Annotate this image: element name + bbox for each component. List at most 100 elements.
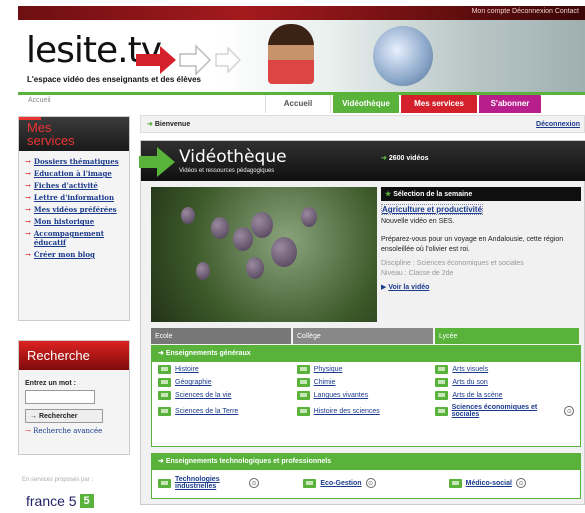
services-list: → Dossiers thématiques → Education à l'ima… (19, 151, 129, 268)
videotheque-panel: Vidéothèque Vidéos et ressources pédagog… (139, 140, 585, 505)
subject-link[interactable]: Arts du son (435, 378, 574, 387)
top-links[interactable]: Mon compte Déconnexion Contact (472, 8, 579, 15)
bullet-arrow-icon: → (25, 250, 31, 259)
bullet-arrow-icon: → (25, 157, 31, 166)
selection-level: Niveau : Classe de 2de (381, 270, 454, 277)
subject-link[interactable]: Médico-social ⊙ (448, 476, 574, 490)
selection-description: Préparez-vous pour un voyage en Andalous… (381, 236, 564, 253)
subject-link[interactable]: Eco-Gestion ⊙ (303, 476, 428, 490)
folder-icon (435, 378, 449, 387)
folder-icon (158, 365, 171, 374)
folder-icon (448, 478, 462, 488)
search-title: Recherche (19, 341, 129, 370)
france5-logo[interactable]: france 55 (26, 493, 94, 509)
search-panel: Recherche Entrez un mot : → Rechercher →… (18, 340, 130, 455)
advanced-search-link[interactable]: → Recherche avancée (25, 427, 129, 435)
green-arrow-icon (139, 147, 175, 177)
subject-link[interactable]: Arts de la scène (435, 391, 574, 400)
subject-link[interactable]: Arts visuels (435, 365, 574, 374)
subject-link[interactable]: Chimie (296, 378, 436, 387)
welcome-bar: ➜ Bienvenue Déconnexion (140, 115, 585, 133)
services-title: Mes services (19, 117, 129, 151)
subject-link[interactable]: Sciences de la vie (158, 391, 297, 400)
list-item[interactable]: → Mes vidéos préférées (25, 205, 123, 214)
tech-subject-list: Technologies industrielles ⊙ Eco-Gestion ⊙… (152, 470, 580, 496)
breadcrumb[interactable]: Accueil (28, 97, 51, 104)
tab-ecole[interactable]: Ecole (151, 328, 291, 344)
arrow-icon: ➜ (158, 350, 166, 357)
tab-accueil[interactable]: Accueil (265, 93, 331, 113)
site-header: lesite.tv L'espace vidéo des enseignants… (18, 20, 585, 113)
subject-link[interactable]: Sciences économiques et sociales ⊙ (435, 404, 574, 418)
expand-icon[interactable]: ⊙ (365, 478, 376, 488)
logout-link[interactable]: Déconnexion (536, 121, 580, 128)
header-photo (268, 24, 314, 84)
main-nav: Accueil Vidéothèque Mes services S'abonn… (265, 93, 543, 113)
search-button[interactable]: → Rechercher (25, 409, 103, 423)
watch-video-link[interactable]: ▶ Voir la vidéo (381, 283, 581, 293)
subject-link[interactable]: Histoire des sciences (296, 404, 436, 418)
folder-icon (296, 406, 310, 416)
folder-icon (435, 365, 449, 374)
featured-video-thumbnail[interactable] (151, 187, 377, 322)
list-item[interactable]: → Mon historique (25, 217, 123, 226)
expand-icon[interactable]: ⊙ (564, 406, 574, 416)
arrow-icon: ➜ (147, 121, 155, 128)
subject-link[interactable]: Physique (296, 365, 436, 374)
video-count: ➜ 2600 vidéos (381, 155, 429, 162)
tab-videotheque[interactable]: Vidéothèque (333, 93, 399, 113)
weekly-selection: ★ Sélection de la semaine Agriculture et… (381, 187, 581, 293)
list-item[interactable]: → Dossiers thématiques (25, 157, 123, 166)
subject-link[interactable]: Géographie (158, 378, 297, 387)
subject-link[interactable]: Histoire (158, 365, 297, 374)
expand-icon[interactable]: ⊙ (249, 478, 259, 488)
videotheque-title[interactable]: Vidéothèque (179, 147, 287, 167)
partner-text: En services proposés par : (22, 477, 94, 483)
selection-title-link[interactable]: Agriculture et productivité (381, 204, 484, 215)
level-tabs: Ecole Collège Lycée (151, 328, 581, 344)
tab-mes-services[interactable]: Mes services (401, 93, 477, 113)
folder-icon (158, 378, 171, 387)
folder-icon (296, 365, 310, 374)
folder-icon (158, 391, 171, 400)
selection-heading: ★ Sélection de la semaine (381, 187, 581, 201)
folder-icon (303, 478, 317, 488)
top-bar: Mon compte Déconnexion Contact (18, 6, 585, 20)
globe-icon (373, 26, 433, 86)
welcome-text: Bienvenue (154, 120, 191, 128)
folder-icon (296, 391, 310, 400)
list-item[interactable]: → Fiches d'activité (25, 181, 123, 190)
arrow-icon: ➜ (158, 458, 166, 465)
search-input[interactable] (25, 390, 95, 404)
videotheque-subtitle: Vidéos et ressources pédagogiques (179, 168, 275, 174)
nav-underline (18, 92, 585, 95)
star-icon: ★ (385, 191, 394, 198)
arrow-icon: → (30, 412, 39, 420)
tech-education-box: ➜ Enseignements technologiques et profes… (151, 453, 581, 499)
subject-link[interactable]: Langues vivantes (296, 391, 436, 400)
selection-discipline: Discipline : Sciences économiques et soc… (381, 260, 524, 267)
arrow-decoration-icon (136, 44, 241, 76)
subject-link[interactable]: Technologies industrielles ⊙ (158, 476, 283, 490)
tab-lycee[interactable]: Lycée (435, 328, 579, 344)
list-item[interactable]: → Education à l'image (25, 169, 123, 178)
folder-icon (158, 406, 171, 416)
subject-link[interactable]: Sciences de la Terre (158, 404, 297, 418)
bullet-arrow-icon: → (25, 169, 31, 178)
folder-icon (435, 406, 448, 416)
bullet-arrow-icon: → (25, 193, 31, 202)
bullet-arrow-icon: → (25, 229, 31, 238)
subject-grid: Histoire Physique Arts visuels Géographi… (152, 362, 580, 421)
folder-icon (158, 478, 171, 488)
list-item[interactable]: → Accompagnement éducatif (25, 229, 123, 247)
tab-college[interactable]: Collège (293, 328, 433, 344)
expand-icon[interactable]: ⊙ (515, 478, 526, 488)
bullet-arrow-icon: → (25, 205, 31, 214)
general-heading: ➜ Enseignements généraux (152, 346, 580, 362)
search-label: Entrez un mot : (25, 380, 76, 387)
videotheque-header: Vidéothèque Vidéos et ressources pédagog… (139, 141, 585, 181)
list-item[interactable]: → Lettre d'information (25, 193, 123, 202)
list-item[interactable]: → Créer mon blog (25, 250, 123, 259)
bullet-arrow-icon: → (25, 181, 31, 190)
tab-sabonner[interactable]: S'abonner (479, 93, 541, 113)
